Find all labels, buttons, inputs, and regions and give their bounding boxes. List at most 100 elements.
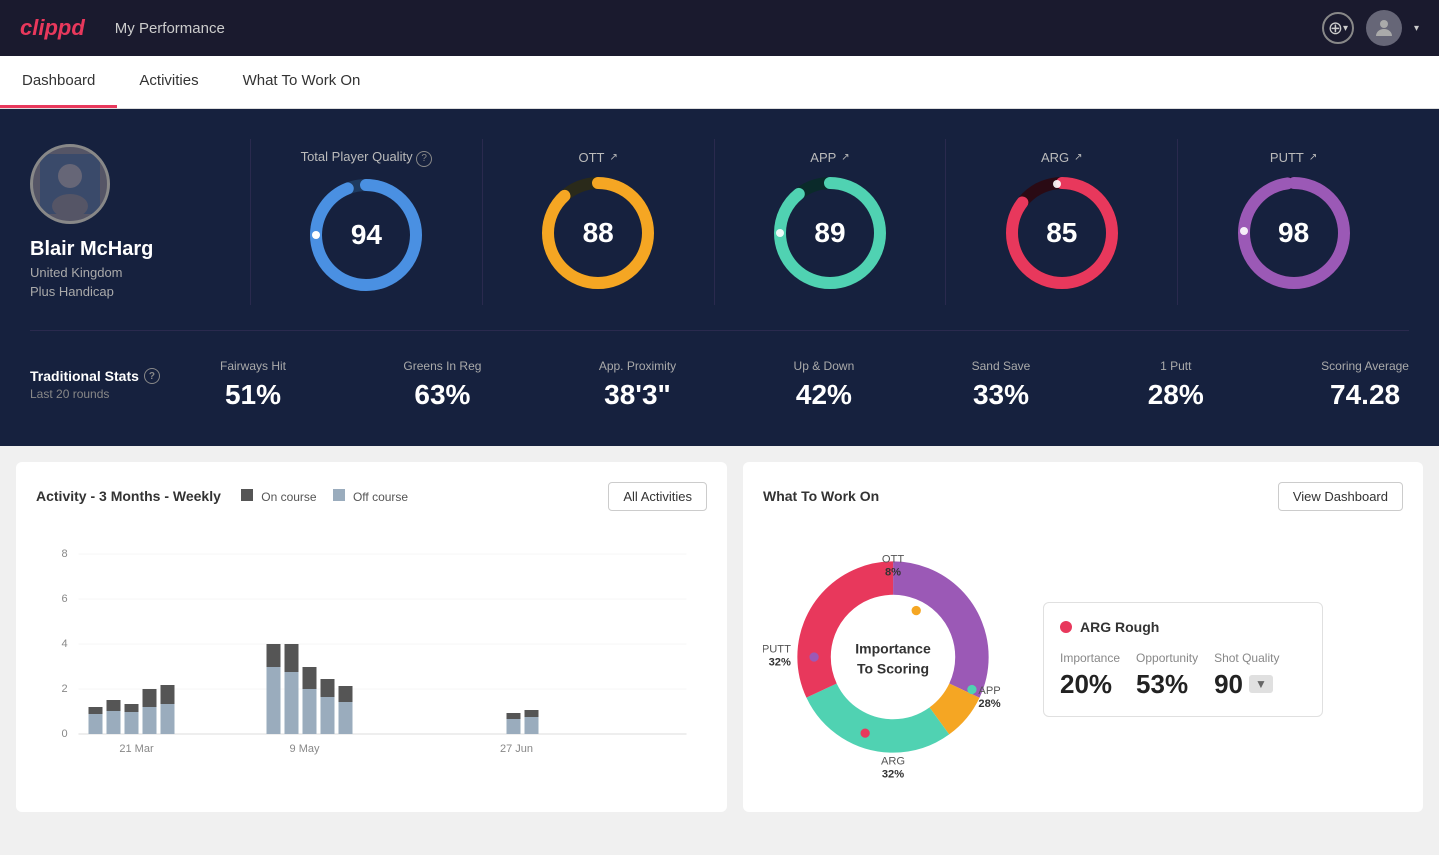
stat-item-value: 28%: [1148, 379, 1204, 411]
putt-label: PUTT ↗: [1270, 150, 1317, 165]
score-card-ott: OTT ↗ 88: [483, 139, 715, 305]
bar-on: [267, 644, 281, 667]
bar-off: [267, 667, 281, 734]
bar-on: [161, 685, 175, 704]
app-donut: 89: [770, 173, 890, 293]
stat-item-label: App. Proximity: [599, 359, 676, 373]
plus-icon: ⊕: [1328, 18, 1343, 39]
tpq-donut: 94: [306, 175, 426, 295]
tab-bar: Dashboard Activities What To Work On: [0, 56, 1439, 109]
bar-off: [161, 704, 175, 734]
stat-item-value: 51%: [220, 379, 286, 411]
arg-label: ARG ↗: [1041, 150, 1083, 165]
stat-item-value: 38'3": [599, 379, 676, 411]
donut-inner: [833, 596, 954, 717]
trad-stats-help-icon[interactable]: ?: [144, 368, 160, 384]
ott-dot: [912, 605, 921, 614]
opportunity-value: 53%: [1136, 669, 1198, 700]
svg-text:2: 2: [61, 683, 67, 695]
chevron-down-icon: ▾: [1343, 23, 1348, 34]
app-value: 89: [814, 217, 845, 249]
tpq-label: Total Player Quality ?: [301, 149, 433, 167]
importance-label: Importance: [1060, 651, 1120, 665]
arg-donut: 85: [1002, 173, 1122, 293]
tpq-help-icon[interactable]: ?: [416, 151, 432, 167]
bar-on: [303, 667, 317, 689]
app-label: APP: [978, 685, 1000, 697]
activity-legend-group: Activity - 3 Months - Weekly On course O…: [36, 488, 408, 504]
work-on-content: OTT 8% APP 28% ARG 32% PUTT 32%: [763, 527, 1403, 792]
stat-items: Fairways Hit 51% Greens In Reg 63% App. …: [220, 359, 1409, 411]
user-avatar-button[interactable]: [1366, 10, 1402, 46]
player-avatar: [30, 144, 110, 224]
dashboard-hero: Blair McHarg United Kingdom Plus Handica…: [0, 109, 1439, 446]
importance-value: 20%: [1060, 669, 1120, 700]
work-on-donut-svg: OTT 8% APP 28% ARG 32% PUTT 32%: [763, 527, 1023, 787]
scores-section: Total Player Quality ? 94 OTT ↗: [250, 139, 1409, 305]
all-activities-button[interactable]: All Activities: [608, 482, 707, 511]
work-on-donut-container: OTT 8% APP 28% ARG 32% PUTT 32%: [763, 527, 1023, 792]
stat-item: App. Proximity 38'3": [599, 359, 676, 411]
work-on-panel-title: What To Work On: [763, 488, 879, 504]
bar-off: [525, 717, 539, 734]
bar-off: [303, 689, 317, 734]
bar-off: [125, 712, 139, 734]
logo: clippd: [20, 15, 85, 41]
add-button[interactable]: ⊕ ▾: [1322, 12, 1354, 44]
stat-item-value: 42%: [794, 379, 855, 411]
score-card-arg: ARG ↗ 85: [946, 139, 1178, 305]
ott-pct: 8%: [885, 566, 901, 578]
activity-panel-header: Activity - 3 Months - Weekly On course O…: [36, 482, 707, 511]
bar-off: [107, 711, 121, 734]
bar-off: [339, 702, 353, 734]
info-stat-shot-quality: Shot Quality 90 ▼: [1214, 651, 1279, 700]
info-card-dot: [1060, 621, 1072, 633]
stat-item: Fairways Hit 51%: [220, 359, 286, 411]
work-on-panel-header: What To Work On View Dashboard: [763, 482, 1403, 511]
header-title: My Performance: [115, 20, 1322, 37]
app-label: APP ↗: [810, 150, 849, 165]
tab-what-to-work-on[interactable]: What To Work On: [221, 56, 383, 108]
ott-value: 88: [583, 217, 614, 249]
svg-text:6: 6: [61, 593, 67, 605]
chart-legend: On course Off course: [241, 489, 408, 504]
tab-dashboard[interactable]: Dashboard: [0, 56, 117, 108]
view-dashboard-button[interactable]: View Dashboard: [1278, 482, 1403, 511]
stat-item-label: Greens In Reg: [403, 359, 481, 373]
bar-on: [143, 689, 157, 707]
stat-item-value: 33%: [972, 379, 1031, 411]
stat-item: 1 Putt 28%: [1148, 359, 1204, 411]
activity-panel-title: Activity - 3 Months - Weekly: [36, 488, 221, 504]
svg-text:4: 4: [61, 638, 67, 650]
off-course-dot: [333, 489, 345, 501]
shot-quality-badge: ▼: [1249, 675, 1273, 693]
score-card-tpq: Total Player Quality ? 94: [251, 139, 483, 305]
bar-on: [285, 644, 299, 672]
bar-off: [143, 707, 157, 734]
arg-pct: 32%: [882, 768, 904, 780]
bar-on: [125, 704, 139, 712]
arg-dot: [861, 728, 870, 737]
info-card-title: ARG Rough: [1060, 619, 1306, 635]
info-stat-opportunity: Opportunity 53%: [1136, 651, 1198, 700]
score-card-app: APP ↗ 89: [715, 139, 947, 305]
svg-text:27 Jun: 27 Jun: [500, 743, 533, 755]
svg-text:0: 0: [61, 728, 67, 740]
svg-text:8: 8: [61, 548, 67, 560]
player-name: Blair McHarg: [30, 238, 153, 261]
info-card-stats: Importance 20% Opportunity 53% Shot Qual…: [1060, 651, 1306, 700]
stat-label-col: Traditional Stats ? Last 20 rounds: [30, 368, 220, 401]
tab-activities[interactable]: Activities: [117, 56, 220, 108]
svg-text:9 May: 9 May: [290, 743, 320, 755]
opportunity-label: Opportunity: [1136, 651, 1198, 665]
putt-pct: 32%: [769, 656, 791, 668]
activity-chart-svg: 0 2 4 6 8: [36, 527, 707, 757]
activity-panel: Activity - 3 Months - Weekly On course O…: [16, 462, 727, 812]
info-card-title-text: ARG Rough: [1080, 619, 1159, 635]
ott-label: OTT: [882, 553, 904, 565]
bar-on: [339, 686, 353, 702]
bar-on: [107, 700, 121, 711]
stat-item-label: Sand Save: [972, 359, 1031, 373]
player-info: Blair McHarg United Kingdom Plus Handica…: [30, 144, 230, 299]
putt-label: PUTT: [763, 643, 791, 655]
